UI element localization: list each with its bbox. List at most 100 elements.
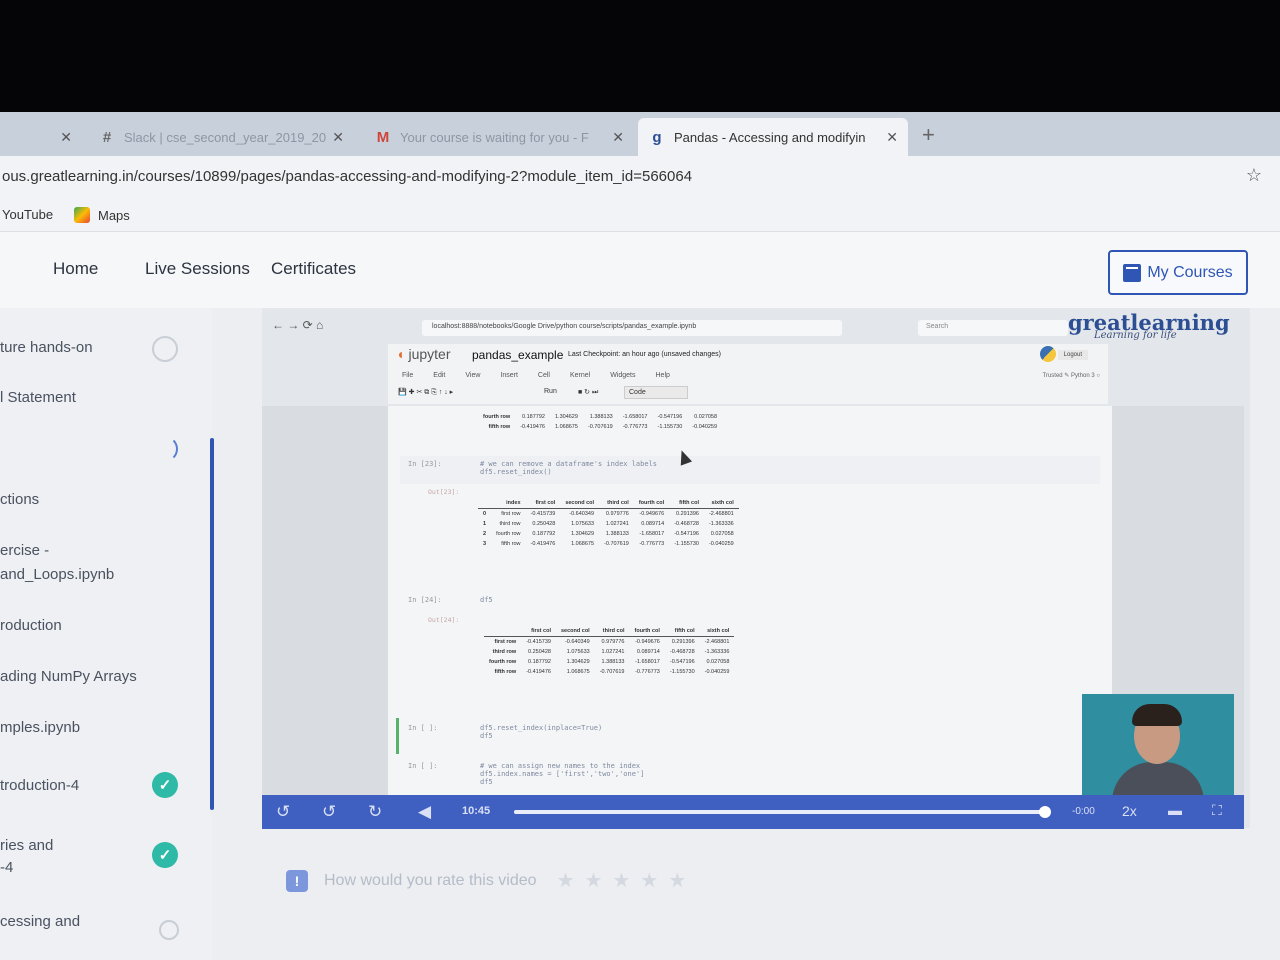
browser-tab-strip: ✕ # Slack | cse_second_year_2019_20 ✕ M … [0,112,1280,156]
table-cell: -0.707619 [599,669,625,675]
new-tab-button[interactable]: + [922,122,935,148]
address-bar[interactable]: ous.greatlearning.in/courses/10899/pages… [0,156,1280,198]
sidebar-scrollbar[interactable] [210,438,214,810]
table-cell: -0.040259 [708,541,734,547]
menu-file: File [402,372,414,379]
table-row: 3 fifth row -0.419476 1.068675 -0.707619 -0.7… [478,539,739,549]
sidebar-item[interactable]: and_Loops.ipynb [0,563,114,587]
fullscreen-icon[interactable]: ⛶ [1212,802,1222,819]
close-icon[interactable]: ✕ [886,129,898,146]
table-cell: -0.640349 [569,511,595,517]
kernel-status: Trusted ✎ Python 3 ○ [1042,373,1100,379]
close-icon[interactable]: ✕ [60,129,72,146]
rating-stars[interactable]: ★ ★ ★ ★ ★ [557,868,687,893]
table-cell: -0.547196 [669,659,695,665]
table-cell: -1.155730 [657,424,683,430]
menu-cell: Cell [537,372,550,379]
table-cell: fourth row [496,531,521,537]
checkmark-icon: ✓ [152,772,178,798]
table-row: fifth row -0.419476 1.068675 -0.707619 -0.77… [478,422,722,432]
table-cell: 0 [483,511,487,517]
jupyter-icon: ◖ [396,346,405,362]
volume-icon[interactable]: ◀ [418,802,431,822]
sidebar-item[interactable]: l Statement [0,386,76,410]
table-cell: 0.250428 [528,649,551,655]
url-text[interactable]: ous.greatlearning.in/courses/10899/pages… [2,168,692,185]
sidebar-item[interactable]: -4 [0,856,13,880]
table-cell: -0.707619 [604,541,629,547]
sidebar-item[interactable]: troduction-4 [0,774,79,798]
maps-icon [74,207,90,223]
table-cell: -1.155730 [674,541,699,547]
table-cell: -0.707619 [587,424,613,430]
table-cell: -1.363336 [704,649,730,655]
bookmark-star-icon[interactable]: ☆ [1246,165,1262,186]
code-cell: # we can assign new names to the index d… [480,762,645,786]
menu-edit: Edit [433,372,446,379]
bookmark-maps[interactable]: Maps [74,207,130,223]
jupyter-logo: ◖ jupyter [396,346,451,362]
star-icon[interactable]: ★ [640,868,658,893]
recorded-search: Search [918,320,1068,336]
table-row: first row -0.415739 -0.640349 0.979776 -0.94… [484,637,734,648]
table-row: 0 first row -0.415739 -0.640349 0.979776 -0.9… [478,509,739,520]
nav-certificates[interactable]: Certificates [271,259,356,279]
sidebar-item[interactable]: ctions [0,488,39,512]
browser-tab-gmail[interactable]: M Your course is waiting for you - F ✕ [364,118,634,156]
tab-label: Slack | cse_second_year_2019_20 [124,129,327,145]
sidebar-item[interactable]: ercise - [0,539,49,563]
table-cell: first row [494,639,517,645]
progress-bar[interactable] [514,806,1051,818]
captions-icon[interactable]: ▬ [1168,802,1182,818]
table-cell: fourth row [489,659,517,665]
table-cell: -0.949676 [635,639,660,645]
nav-live-sessions[interactable]: Live Sessions [145,259,250,279]
selected-cell-marker [396,718,399,754]
sidebar-item[interactable]: ture hands-on [0,336,93,360]
slack-icon: # [102,128,112,146]
bookmark-label: Maps [98,207,130,223]
run-label: Run [544,388,557,395]
progress-knob[interactable] [1038,806,1051,818]
close-icon[interactable]: ✕ [332,129,344,146]
notebook-name: pandas_example [472,348,564,362]
sidebar-item[interactable]: ries and [0,834,53,858]
browser-tab-pandas[interactable]: g Pandas - Accessing and modifyin ✕ [638,118,908,156]
forward-icon[interactable]: ↻ [368,802,382,822]
close-icon[interactable]: ✕ [612,129,624,146]
replay-icon[interactable]: ↺ [322,802,336,822]
sidebar-item[interactable]: cessing and [0,910,80,934]
playback-speed[interactable]: 2x [1122,803,1137,819]
table-row: 1 third row 0.250428 1.075633 1.027241 0.0897… [478,519,739,529]
bookmark-label: YouTube [2,207,54,222]
checkmark-icon: ✓ [152,842,178,868]
star-icon[interactable]: ★ [557,868,575,893]
star-icon[interactable]: ★ [612,868,630,893]
video-player[interactable]: ← → ⟳ ⌂ localhost:8888/notebooks/Google … [262,308,1250,829]
sidebar-item[interactable]: mples.ipynb [0,716,80,740]
video-rating: ! How would you rate this video ★ ★ ★ ★ … [286,868,686,893]
browser-tab-slack[interactable]: # Slack | cse_second_year_2019_20 ✕ [88,118,354,156]
table-cell: 0.187792 [522,414,545,420]
cell-prompt: In [ ]: [408,724,438,732]
jupyter-menu: File Edit View Insert Cell Kernel Widget… [402,372,670,379]
star-icon[interactable]: ★ [585,868,603,893]
remaining-time: -0:00 [1072,806,1095,817]
sidebar-item[interactable]: roduction [0,614,62,638]
tab-label: Pandas - Accessing and modifyin [674,129,866,145]
table-cell: 1.304629 [566,659,590,665]
star-icon[interactable]: ★ [668,868,686,893]
sidebar-item[interactable]: ading NumPy Arrays [0,665,137,689]
bookmark-youtube[interactable]: YouTube [2,207,53,222]
my-courses-button[interactable]: My Courses [1108,250,1248,295]
stop-restart-icon: ■ ↻ ⏭ [578,389,599,396]
table-cell: fourth row [483,414,511,420]
browser-tab-blank[interactable]: ✕ [0,118,82,156]
out-prompt: Out[24]: [428,616,460,624]
tab-label: Your course is waiting for you - F [400,129,589,145]
rewind-icon[interactable]: ↺ [276,802,290,822]
nav-home[interactable]: Home [53,259,98,279]
table-cell: 1.068675 [566,669,590,675]
table-cell: 1.388133 [589,414,613,420]
table-cell: -2.468801 [708,511,734,517]
